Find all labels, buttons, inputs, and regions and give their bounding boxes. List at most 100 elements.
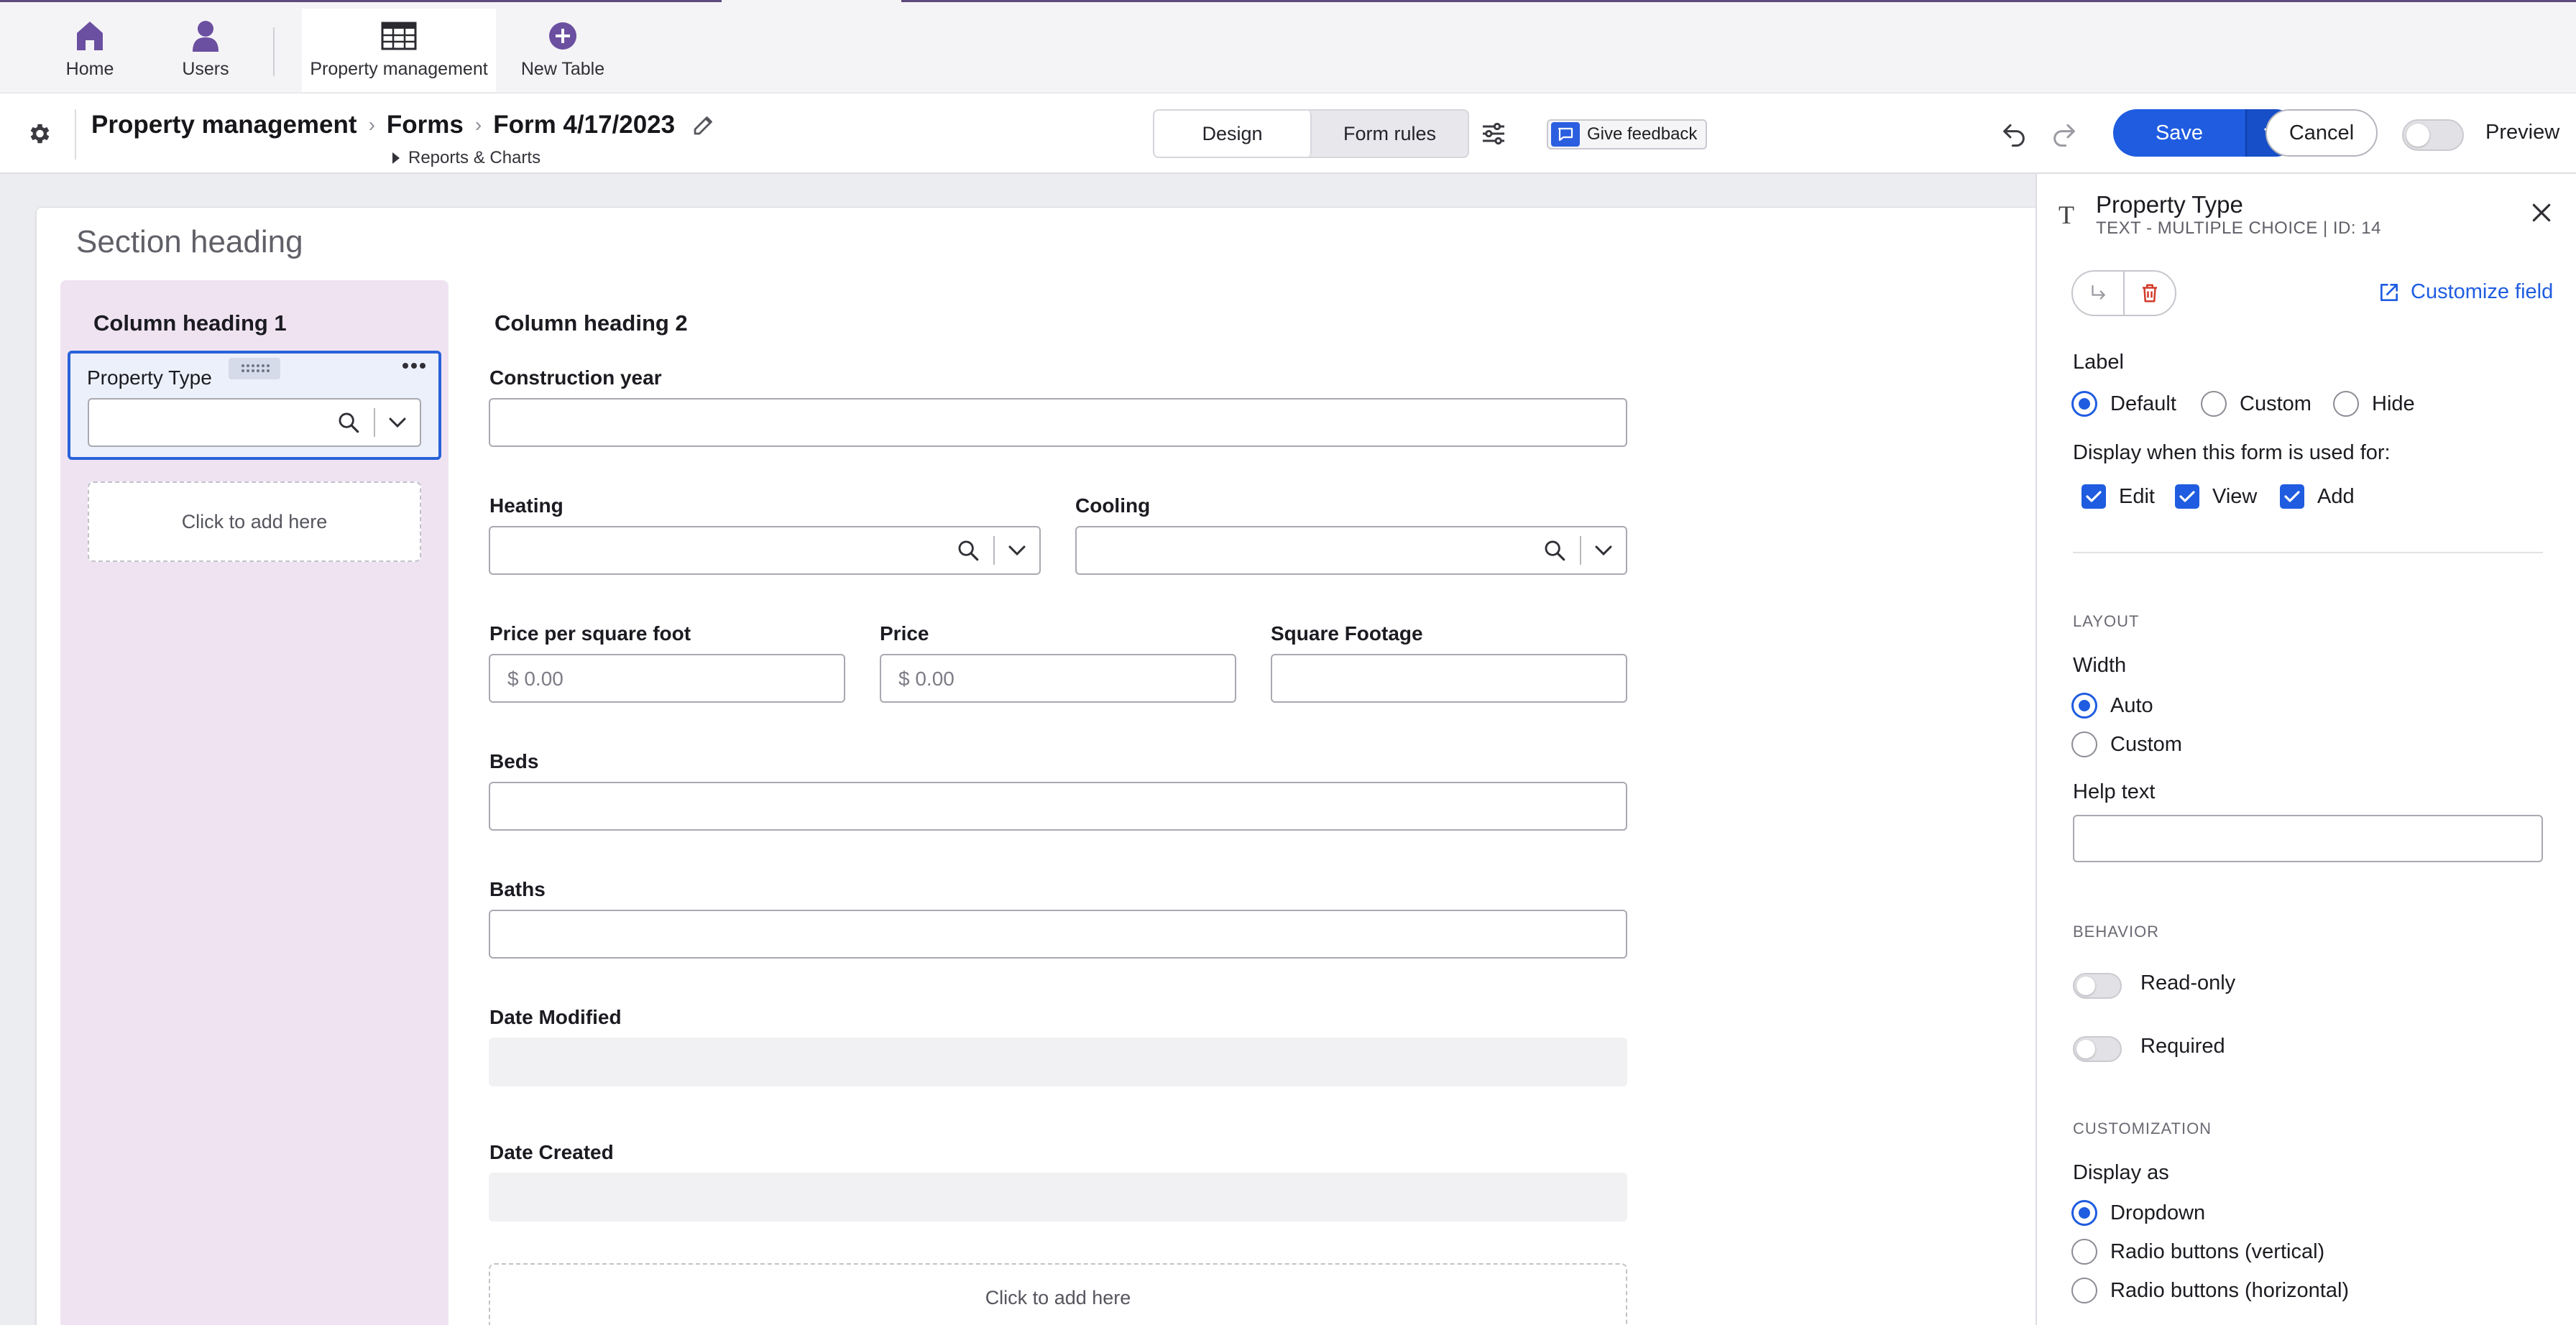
breadcrumb-forms[interactable]: Forms: [387, 111, 464, 139]
add-field-dropzone-column-2[interactable]: Click to add here: [489, 1263, 1627, 1325]
construction-year-input[interactable]: [489, 398, 1627, 447]
heating-select[interactable]: [489, 526, 1041, 575]
tab-label: Home: [65, 59, 114, 79]
tab-new-table[interactable]: New Table: [516, 9, 610, 92]
move-field-button[interactable]: [2073, 272, 2125, 315]
reports-charts-label: Reports & Charts: [408, 148, 541, 167]
close-icon[interactable]: [2530, 201, 2553, 224]
customize-field-label: Customize field: [2411, 280, 2554, 303]
pencil-icon[interactable]: [691, 112, 717, 138]
radio-label: Radio buttons (horizontal): [2110, 1278, 2350, 1302]
breadcrumb-form-name: Form 4/17/2023: [493, 111, 676, 139]
display-as-radio-vertical[interactable]: Radio buttons (vertical): [2071, 1239, 2324, 1265]
tab-property-management[interactable]: Property management: [302, 9, 496, 92]
layout-caption: LAYOUT: [2073, 612, 2140, 630]
required-toggle[interactable]: [2073, 1036, 2122, 1062]
tab-home[interactable]: Home: [50, 9, 129, 92]
column-heading-2[interactable]: Column heading 2: [494, 310, 688, 336]
panel-field-subtitle: TEXT - MULTIPLE CHOICE | ID: 14: [2096, 218, 2381, 238]
field-label-price-per-square-foot: Price per square foot: [489, 622, 691, 645]
display-as-dropdown[interactable]: Dropdown: [2071, 1200, 2205, 1226]
cooling-select[interactable]: [1075, 526, 1627, 575]
undo-icon[interactable]: [2000, 119, 2028, 148]
display-add-checkbox[interactable]: Add: [2280, 484, 2355, 509]
radio-label: Hide: [2372, 392, 2415, 415]
label-option-hide[interactable]: Hide: [2333, 391, 2415, 417]
radio-label: Auto: [2110, 693, 2153, 717]
date-created-input: [489, 1173, 1627, 1222]
square-footage-input[interactable]: [1271, 654, 1627, 703]
table-icon: [381, 22, 417, 50]
required-label: Required: [2140, 1035, 2225, 1058]
field-label-square-footage: Square Footage: [1271, 622, 1423, 645]
label-option-custom[interactable]: Custom: [2201, 391, 2312, 417]
settings-sliders-icon[interactable]: [1479, 119, 1508, 148]
help-text-input[interactable]: [2073, 815, 2543, 862]
display-as-heading: Display as: [2073, 1161, 2169, 1184]
loading-progress-bar: [0, 0, 722, 2]
column-heading-1[interactable]: Column heading 1: [93, 310, 287, 336]
radio-button: [2071, 1278, 2097, 1303]
gear-icon[interactable]: [26, 121, 52, 147]
checkbox-label: Edit: [2119, 484, 2155, 508]
trash-icon: [2143, 284, 2157, 303]
field-label-date-modified: Date Modified: [489, 1006, 622, 1028]
section-heading[interactable]: Section heading: [76, 224, 303, 260]
drag-handle[interactable]: [229, 358, 280, 379]
display-when-heading: Display when this form is used for:: [2073, 441, 2391, 464]
price-per-square-foot-input[interactable]: $ 0.00: [489, 654, 845, 703]
field-properties-panel: T Property Type TEXT - MULTIPLE CHOICE |…: [2036, 174, 2576, 1325]
reports-charts-link[interactable]: Reports & Charts: [392, 148, 540, 168]
preview-toggle[interactable]: [2402, 119, 2464, 151]
cancel-button[interactable]: Cancel: [2266, 109, 2378, 157]
save-button[interactable]: Save: [2113, 109, 2247, 157]
top-nav-bar: Home Users Property management New Table: [0, 0, 2576, 93]
tab-form-rules[interactable]: Form rules: [1312, 111, 1468, 157]
customize-field-link[interactable]: Customize field: [2378, 280, 2553, 304]
price-input[interactable]: $ 0.00: [880, 654, 1236, 703]
help-text-heading: Help text: [2073, 780, 2156, 803]
more-options-icon[interactable]: [400, 355, 428, 377]
radio-label: Custom: [2240, 392, 2312, 415]
tab-label: New Table: [520, 59, 605, 79]
tab-design[interactable]: Design: [1154, 111, 1312, 157]
field-label-baths: Baths: [489, 878, 546, 900]
give-feedback-button[interactable]: Give feedback: [1547, 119, 1708, 149]
beds-input[interactable]: [489, 782, 1627, 831]
tab-users[interactable]: Users: [170, 9, 242, 92]
width-option-auto[interactable]: Auto: [2071, 693, 2153, 719]
home-icon: [77, 22, 103, 50]
display-edit-checkbox[interactable]: Edit: [2082, 484, 2155, 509]
nav-divider: [273, 27, 275, 76]
add-field-dropzone-column-1[interactable]: Click to add here: [88, 481, 421, 562]
width-option-custom[interactable]: Custom: [2071, 731, 2182, 757]
checkbox-label: Add: [2317, 484, 2355, 508]
redo-icon[interactable]: [2050, 119, 2079, 148]
delete-field-button[interactable]: [2125, 272, 2175, 315]
header-divider: [75, 109, 76, 160]
breadcrumb-separator-icon: ›: [368, 114, 375, 136]
loading-progress-bar-segment: [901, 0, 2576, 2]
breadcrumb-app[interactable]: Property management: [91, 111, 357, 139]
text-type-icon: T: [2058, 200, 2074, 229]
form-header: Property management › Forms › Form 4/17/…: [0, 93, 2576, 174]
property-type-select[interactable]: [88, 398, 421, 447]
baths-input[interactable]: [489, 910, 1627, 959]
tab-label: Property management: [310, 59, 488, 79]
select-divider: [993, 536, 995, 565]
plus-circle-icon: [549, 22, 576, 50]
label-option-default[interactable]: Default: [2071, 391, 2176, 417]
mode-switch: Design Form rules: [1153, 109, 1469, 158]
display-as-radio-horizontal[interactable]: Radio buttons (horizontal): [2071, 1278, 2349, 1303]
radio-label: Radio buttons (vertical): [2110, 1239, 2325, 1263]
select-divider: [374, 408, 375, 437]
radio-button: [2071, 731, 2097, 757]
radio-label: Default: [2110, 392, 2176, 415]
behavior-caption: BEHAVIOR: [2073, 923, 2160, 941]
width-heading: Width: [2073, 654, 2127, 677]
give-feedback-label: Give feedback: [1587, 124, 1698, 144]
display-view-checkbox[interactable]: View: [2175, 484, 2257, 509]
radio-button: [2201, 391, 2227, 417]
read-only-toggle[interactable]: [2073, 973, 2122, 999]
breadcrumb-separator-icon: ›: [474, 114, 482, 136]
